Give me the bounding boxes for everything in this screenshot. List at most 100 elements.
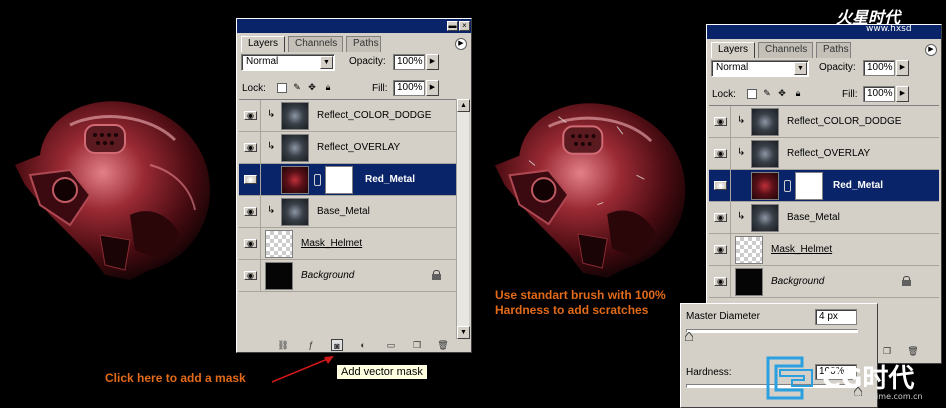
new-layer-icon[interactable]: ❐ bbox=[411, 339, 423, 351]
panel-titlebar[interactable]: ▬ × bbox=[237, 19, 471, 33]
tab-layers[interactable]: Layers bbox=[241, 36, 285, 52]
lock-icon bbox=[432, 270, 441, 280]
blend-mode-select[interactable]: Normal ▼ bbox=[241, 54, 335, 71]
mask-link-icon[interactable] bbox=[784, 180, 791, 192]
chevron-down-icon[interactable]: ▼ bbox=[320, 56, 333, 69]
lock-all-icon[interactable]: 🔒︎ bbox=[323, 82, 333, 92]
panel-menu-button[interactable]: ▶ bbox=[925, 44, 937, 56]
opacity-label: Opacity: bbox=[349, 56, 386, 67]
layer-name: Reflect_COLOR_DODGE bbox=[317, 110, 432, 121]
layer-row[interactable]: ◉ ↳ Reflect_OVERLAY bbox=[709, 138, 939, 170]
tab-layers[interactable]: Layers bbox=[711, 42, 755, 58]
scroll-up-button[interactable]: ▲ bbox=[457, 99, 470, 112]
tab-channels[interactable]: Channels bbox=[288, 36, 343, 52]
minimize-button[interactable]: ▬ bbox=[447, 21, 458, 31]
visibility-toggle[interactable]: ◉ bbox=[711, 266, 731, 297]
tab-channels[interactable]: Channels bbox=[758, 42, 813, 58]
lock-icon bbox=[902, 276, 911, 286]
layer-row[interactable]: ◉ Mask_Helmet bbox=[709, 234, 939, 266]
layer-name: Red_Metal bbox=[833, 180, 884, 191]
opacity-arrow-button[interactable]: ▶ bbox=[426, 54, 439, 70]
opacity-input[interactable]: 100% bbox=[393, 54, 425, 70]
adjustment-layer-icon[interactable]: ◐ bbox=[357, 339, 369, 351]
layer-name: Mask_Helmet bbox=[301, 238, 363, 249]
lock-paint-icon[interactable]: ✎ bbox=[762, 88, 772, 98]
lock-position-icon[interactable]: ✥ bbox=[307, 82, 317, 92]
layer-row[interactable]: ◉ Background bbox=[239, 260, 456, 292]
visibility-toggle[interactable]: ◉ bbox=[241, 260, 261, 291]
cg-logo-icon bbox=[766, 356, 813, 400]
blend-mode-value: Normal bbox=[716, 62, 749, 73]
layer-row[interactable]: ◉ Background bbox=[709, 266, 939, 298]
fill-arrow-button[interactable]: ▶ bbox=[896, 86, 909, 102]
layer-row-selected[interactable]: ◉ Red_Metal bbox=[239, 164, 456, 196]
trash-icon[interactable]: 🗑︎ bbox=[437, 339, 449, 351]
opacity-input[interactable]: 100% bbox=[863, 60, 895, 76]
visibility-toggle[interactable]: ◉ bbox=[241, 228, 261, 259]
mask-thumbnail[interactable] bbox=[325, 166, 353, 194]
blend-mode-select[interactable]: Normal ▼ bbox=[711, 60, 809, 77]
lock-transparency-icon[interactable] bbox=[747, 89, 757, 99]
visibility-toggle[interactable]: ◉ bbox=[241, 132, 261, 163]
panel-menu-button[interactable]: ▶ bbox=[455, 38, 467, 50]
visibility-toggle[interactable]: ◉ bbox=[241, 196, 261, 227]
eye-icon: ◉ bbox=[244, 175, 257, 184]
layer-row[interactable]: ◉ ↳ Base_Metal bbox=[709, 202, 939, 234]
helmet-illustration-right bbox=[494, 103, 686, 278]
lock-position-icon[interactable]: ✥ bbox=[777, 88, 787, 98]
layer-row[interactable]: ◉ ↳ Reflect_COLOR_DODGE bbox=[239, 100, 456, 132]
layer-scrollbar[interactable]: ▲ ▼ bbox=[456, 99, 470, 339]
visibility-toggle[interactable]: ◉ bbox=[711, 170, 731, 201]
master-diameter-input[interactable]: 4 px bbox=[815, 309, 857, 325]
new-group-icon[interactable]: ▭ bbox=[385, 339, 397, 351]
layer-row-selected[interactable]: ◉ Red_Metal bbox=[709, 170, 939, 202]
visibility-toggle[interactable]: ◉ bbox=[711, 106, 731, 137]
lock-all-icon[interactable]: 🔒︎ bbox=[793, 88, 803, 98]
visibility-toggle[interactable]: ◉ bbox=[241, 164, 261, 195]
helmet-illustration-left bbox=[15, 101, 210, 280]
layer-name: Base_Metal bbox=[317, 206, 370, 217]
visibility-toggle[interactable]: ◉ bbox=[711, 234, 731, 265]
clipping-arrow-icon: ↳ bbox=[267, 109, 276, 120]
visibility-toggle[interactable]: ◉ bbox=[711, 202, 731, 233]
lock-paint-icon[interactable]: ✎ bbox=[292, 82, 302, 92]
layer-thumbnail bbox=[265, 230, 293, 258]
layer-thumbnail bbox=[281, 198, 309, 226]
eye-icon: ◉ bbox=[244, 271, 257, 280]
layer-row[interactable]: ◉ Mask_Helmet bbox=[239, 228, 456, 260]
layer-style-icon[interactable]: ƒ bbox=[305, 339, 317, 351]
watermark-url-top: www.hxsd bbox=[866, 24, 912, 34]
layer-row[interactable]: ◉ ↳ Reflect_COLOR_DODGE bbox=[709, 106, 939, 138]
trash-icon[interactable]: 🗑︎ bbox=[907, 345, 919, 357]
tab-paths[interactable]: Paths bbox=[346, 36, 381, 52]
hardness-label: Hardness: bbox=[686, 367, 732, 378]
annotation-add-mask: Click here to add a mask bbox=[105, 371, 246, 385]
eye-icon: ◉ bbox=[714, 277, 727, 286]
chevron-down-icon[interactable]: ▼ bbox=[794, 62, 807, 75]
layer-name: Reflect_COLOR_DODGE bbox=[787, 116, 902, 127]
diameter-slider-knob[interactable] bbox=[685, 332, 693, 341]
visibility-toggle[interactable]: ◉ bbox=[241, 100, 261, 131]
fill-arrow-button[interactable]: ▶ bbox=[426, 80, 439, 96]
mask-thumbnail[interactable] bbox=[795, 172, 823, 200]
tab-paths[interactable]: Paths bbox=[816, 42, 851, 58]
clipping-arrow-icon: ↳ bbox=[267, 205, 276, 216]
fill-input[interactable]: 100% bbox=[393, 80, 425, 96]
visibility-toggle[interactable]: ◉ bbox=[711, 138, 731, 169]
layer-thumbnail bbox=[751, 172, 779, 200]
mask-link-icon[interactable] bbox=[314, 174, 321, 186]
panel-bottom-toolbar: ⛓ ƒ ◙ ◐ ▭ ❐ 🗑︎ bbox=[237, 337, 471, 353]
eye-icon: ◉ bbox=[244, 143, 257, 152]
layer-row[interactable]: ◉ ↳ Reflect_OVERLAY bbox=[239, 132, 456, 164]
layer-name: Reflect_OVERLAY bbox=[787, 148, 871, 159]
fill-input[interactable]: 100% bbox=[863, 86, 895, 102]
link-layers-icon[interactable]: ⛓ bbox=[277, 339, 289, 351]
layer-row[interactable]: ◉ ↳ Base_Metal bbox=[239, 196, 456, 228]
close-button[interactable]: × bbox=[459, 21, 470, 31]
new-layer-icon[interactable]: ❐ bbox=[881, 345, 893, 357]
add-mask-icon[interactable]: ◙ bbox=[331, 339, 343, 351]
diameter-slider[interactable] bbox=[686, 329, 858, 333]
lock-transparency-icon[interactable] bbox=[277, 83, 287, 93]
opacity-arrow-button[interactable]: ▶ bbox=[896, 60, 909, 76]
layer-thumbnail bbox=[281, 166, 309, 194]
